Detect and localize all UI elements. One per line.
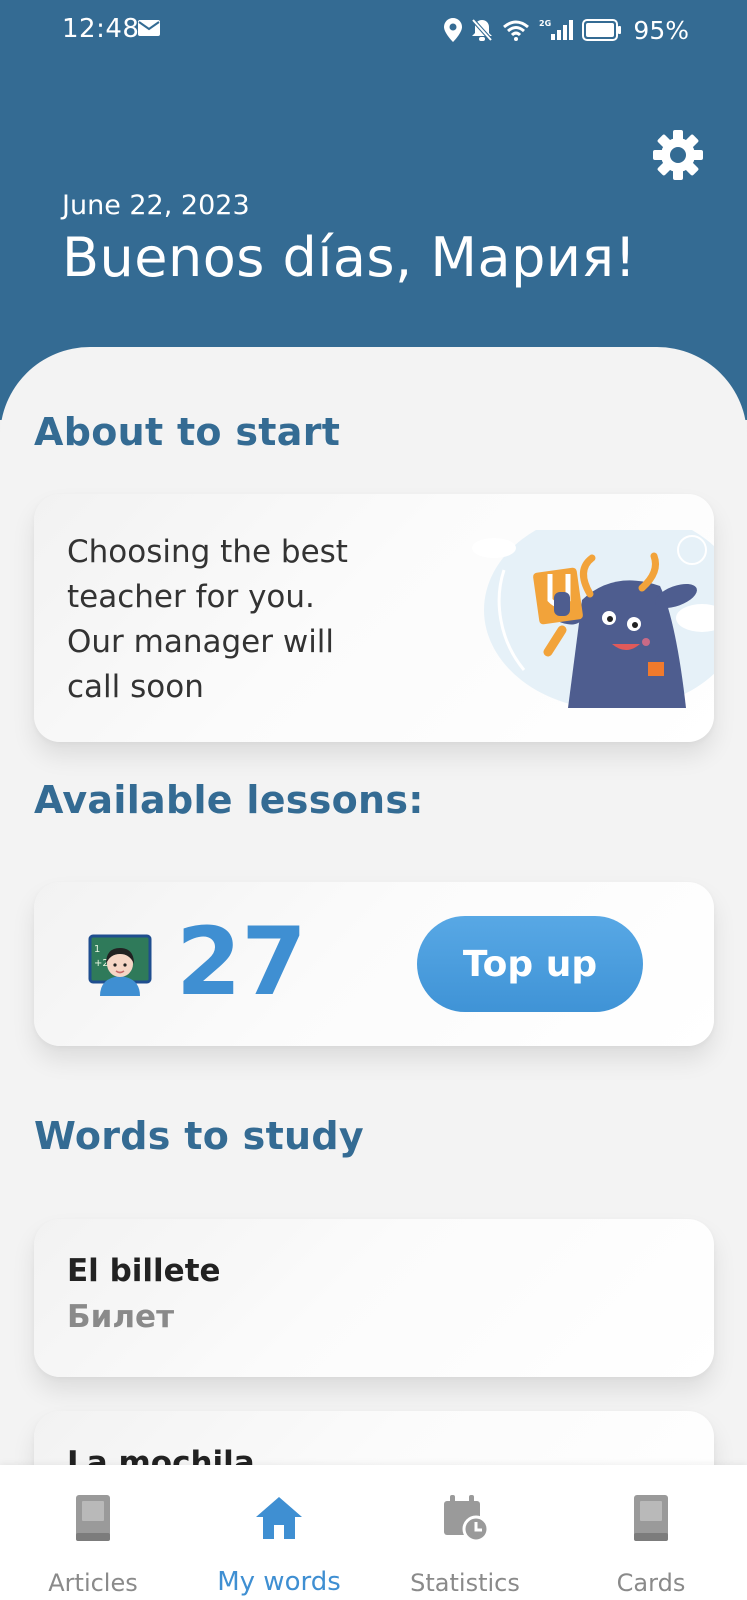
- status-icons: 2G 95%: [444, 14, 689, 46]
- words-section-title: Words to study: [34, 1114, 364, 1158]
- top-up-button[interactable]: Top up: [417, 916, 643, 1012]
- settings-gear-icon[interactable]: [651, 128, 705, 182]
- available-lessons-card: 1 +2 27 Top up: [34, 882, 714, 1046]
- calendar-clock-icon: [444, 1495, 490, 1543]
- word-translation: Билет: [67, 1299, 175, 1335]
- battery-percent: 95%: [633, 15, 689, 45]
- home-icon: [256, 1497, 302, 1539]
- lessons-section-title: Available lessons:: [34, 778, 424, 822]
- header-date: June 22, 2023: [62, 190, 250, 221]
- book-icon: [76, 1495, 110, 1541]
- bell-off-icon: [471, 18, 493, 42]
- about-section-title: About to start: [34, 410, 341, 454]
- nav-label: Articles: [48, 1569, 138, 1597]
- about-to-start-card[interactable]: Choosing the best teacher for you. Our m…: [34, 494, 714, 742]
- word-card[interactable]: El billete Билет: [34, 1219, 714, 1377]
- signal-icon: 2G: [539, 19, 574, 40]
- svg-text:1: 1: [94, 944, 100, 955]
- status-time: 12:48: [62, 14, 140, 44]
- nav-my-words[interactable]: My words: [186, 1465, 372, 1600]
- bottom-navigation: Articles My words Statistics Cards: [0, 1465, 747, 1600]
- battery-icon: [582, 19, 622, 41]
- nav-articles[interactable]: Articles: [0, 1465, 186, 1600]
- wifi-icon: [503, 20, 530, 41]
- status-bar: 12:48 2G 95%: [0, 0, 747, 60]
- word-text: El billete: [67, 1253, 221, 1289]
- nav-label: Cards: [616, 1569, 686, 1597]
- svg-text:2G: 2G: [539, 19, 551, 28]
- teacher-icon: 1 +2: [88, 934, 152, 996]
- greeting-title: Buenos días, Мария!: [62, 226, 637, 289]
- bull-mascot-illustration: [472, 530, 714, 708]
- lessons-count: 27: [176, 908, 307, 1017]
- nav-cards[interactable]: Cards: [558, 1465, 744, 1600]
- about-message: Choosing the best teacher for you. Our m…: [67, 534, 348, 705]
- nav-statistics[interactable]: Statistics: [372, 1465, 558, 1600]
- location-icon: [444, 18, 463, 42]
- nav-label: Statistics: [410, 1569, 520, 1597]
- card-icon: [634, 1495, 668, 1541]
- nav-label: My words: [217, 1567, 341, 1597]
- mail-icon: [138, 20, 160, 36]
